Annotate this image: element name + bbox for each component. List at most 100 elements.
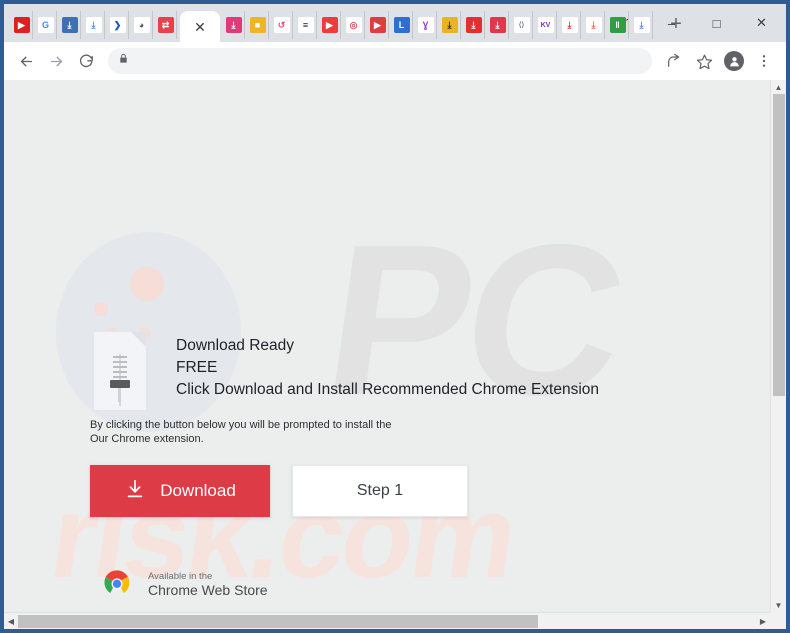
share-button[interactable]	[660, 47, 688, 75]
globe-grey-icon: ◕	[133, 17, 150, 33]
headline-free: FREE	[176, 359, 218, 376]
pinned-tab[interactable]: ▶	[367, 11, 389, 39]
pinned-tab[interactable]: ⤓	[223, 11, 245, 39]
pinned-tab[interactable]: ▶	[319, 11, 341, 39]
google-icon: G	[37, 17, 54, 33]
horizontal-scrollbar[interactable]: ◀ ▶	[4, 612, 770, 629]
chrome-web-store-badge[interactable]: Available in the Chrome Web Store	[96, 562, 268, 609]
download-circle-red-icon: ⤓	[561, 17, 578, 33]
scroll-down-button[interactable]: ▼	[771, 598, 786, 612]
youtube-icon: ▶	[13, 17, 30, 33]
subtext-line-2: Our Chrome extension.	[90, 433, 204, 445]
pinned-tab[interactable]: ▶	[11, 11, 33, 39]
refresh-pink-icon: ↺	[273, 17, 290, 33]
address-bar[interactable]	[108, 48, 652, 74]
pinned-tab[interactable]: ◎	[343, 11, 365, 39]
avatar[interactable]	[724, 51, 744, 71]
chrome-menu-button[interactable]	[750, 47, 778, 75]
pinned-tab[interactable]: ⤓	[463, 11, 485, 39]
zip-file-icon	[94, 332, 146, 410]
vertical-scrollbar[interactable]: ▲ ▼	[770, 80, 786, 612]
download-crimson-icon: ⤓	[489, 17, 506, 33]
scroll-up-button[interactable]: ▲	[771, 80, 786, 94]
pinned-tab[interactable]: G	[35, 11, 57, 39]
back-button[interactable]	[12, 47, 40, 75]
pinned-tab[interactable]: ⤓	[631, 11, 653, 39]
pinned-tab[interactable]: ‖	[607, 11, 629, 39]
download-arrow-icon	[124, 478, 146, 505]
pinned-tab[interactable]: KV	[535, 11, 557, 39]
download-pink-icon: ⤓	[225, 17, 242, 33]
headline-click-download: Click Download and Install Recommended C…	[176, 381, 600, 398]
pinned-tab[interactable]: ◕	[131, 11, 153, 39]
scroll-left-button[interactable]: ◀	[4, 613, 18, 629]
download-blue-icon: ⤓	[61, 17, 78, 33]
zipper-pull	[110, 380, 130, 388]
pinned-tab[interactable]: ≡	[295, 11, 317, 39]
bars-green-icon: ‖	[609, 17, 626, 33]
tab-strip: ▶ G ⤓ ⤓ ❯ ◕ ⇄ ✕ ⤓ ■ ↺ ≡ ▶ ◎ ▶ L Ɣ ⤓ ⤓ ⤓ ⟨⟩ KV ⤓ ⤓ ‖ ⤓ + ˇ – □ ✕	[4, 4, 786, 43]
web-page: PC risk.com Download Ready FREE Click Do…	[4, 80, 770, 612]
pinned-tab[interactable]: ⤓	[83, 11, 105, 39]
zipper-pull-tab	[118, 388, 121, 402]
play-red-icon: ▶	[321, 17, 338, 33]
pinned-tab[interactable]: Ɣ	[415, 11, 437, 39]
bottom-scroll-area: ◀ ▶	[4, 612, 786, 629]
scrollbar-corner	[770, 612, 786, 629]
horizontal-scrollbar-thumb[interactable]	[18, 615, 538, 628]
close-button[interactable]: ✕	[739, 7, 784, 39]
convert-red-icon: ⇄	[157, 17, 174, 33]
chrome-web-store-text: Available in the Chrome Web Store	[148, 572, 268, 598]
maximize-button[interactable]: □	[694, 7, 739, 39]
subtext-line-1: By clicking the button below you will be…	[90, 419, 392, 431]
chrome-logo-icon	[96, 562, 138, 609]
chevron-blue-icon: ❯	[109, 17, 126, 33]
pinned-tab[interactable]: ⤓	[487, 11, 509, 39]
browser-window: ▶ G ⤓ ⤓ ❯ ◕ ⇄ ✕ ⤓ ■ ↺ ≡ ▶ ◎ ▶ L Ɣ ⤓ ⤓ ⤓ ⟨⟩ KV ⤓ ⤓ ‖ ⤓ + ˇ – □ ✕	[0, 0, 790, 633]
pinned-tab[interactable]: ⤓	[439, 11, 461, 39]
code-grey-icon: ⟨⟩	[513, 17, 530, 33]
flash-black-icon: ≡	[297, 17, 314, 33]
step-1-button[interactable]: Step 1	[292, 465, 468, 517]
location-pin-red-icon: ◎	[345, 17, 362, 33]
pinned-tab[interactable]: ⟨⟩	[511, 11, 533, 39]
pinned-tab[interactable]: ⤓	[59, 11, 81, 39]
download-button-label: Download	[160, 481, 236, 500]
download-salmon-icon: ⤓	[585, 17, 602, 33]
headline-download-ready: Download Ready	[176, 337, 295, 354]
pinned-tab[interactable]: ↺	[271, 11, 293, 39]
pinned-tab[interactable]: ❯	[107, 11, 129, 39]
pinned-tab[interactable]: L	[391, 11, 413, 39]
pinned-tab[interactable]: ⤓	[559, 11, 581, 39]
bookmark-star-button[interactable]	[690, 47, 718, 75]
scroll-right-button[interactable]: ▶	[756, 613, 770, 629]
letter-l-blue-icon: L	[393, 17, 410, 33]
download-gold-icon: ⤓	[441, 17, 458, 33]
page-viewport: PC risk.com Download Ready FREE Click Do…	[4, 80, 786, 612]
close-icon[interactable]: ✕	[194, 20, 206, 34]
site-info-lock-icon[interactable]	[118, 52, 129, 70]
pinned-tab[interactable]: ⇄	[155, 11, 177, 39]
active-tab[interactable]: ✕	[180, 11, 220, 43]
download-button[interactable]: Download	[90, 465, 270, 517]
kv-purple-icon: KV	[537, 17, 554, 33]
new-tab-button[interactable]: +	[662, 10, 690, 38]
pinned-tab-list: ▶ G ⤓ ⤓ ❯ ◕ ⇄ ✕ ⤓ ■ ↺ ≡ ▶ ◎ ▶ L Ɣ ⤓ ⤓ ⤓ ⟨⟩ KV ⤓ ⤓ ‖ ⤓ +	[4, 4, 682, 43]
pinned-tab[interactable]: ⤓	[583, 11, 605, 39]
video-camera-yellow-icon: ■	[249, 17, 266, 33]
pinned-tab[interactable]: ■	[247, 11, 269, 39]
ym-purple-icon: Ɣ	[417, 17, 434, 33]
cloud-download-icon: ⤓	[85, 17, 102, 33]
forward-button[interactable]	[42, 47, 70, 75]
video-box-red-icon: ▶	[369, 17, 386, 33]
cloud-download-blue-icon: ⤓	[633, 17, 650, 33]
profile-avatar-button[interactable]	[720, 47, 748, 75]
browser-toolbar	[4, 42, 786, 80]
page-fold	[131, 332, 146, 347]
heart-download-red-icon: ⤓	[465, 17, 482, 33]
cws-store-name: Chrome Web Store	[148, 581, 268, 598]
vertical-scrollbar-thumb[interactable]	[773, 94, 785, 396]
step-1-button-label: Step 1	[356, 482, 404, 499]
page-content: Download Ready FREE Click Download and I…	[4, 80, 770, 612]
reload-button[interactable]	[72, 47, 100, 75]
